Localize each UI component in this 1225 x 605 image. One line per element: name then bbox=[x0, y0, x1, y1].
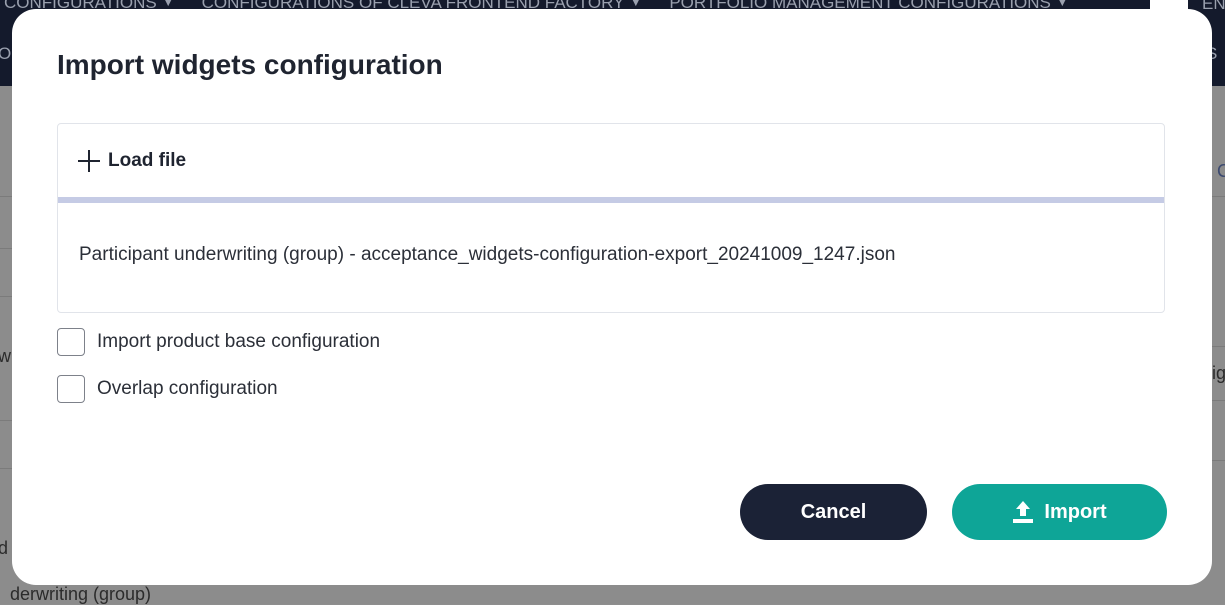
plus-icon bbox=[78, 150, 100, 172]
bg-text: ig bbox=[1212, 363, 1225, 383]
overlap-configuration-option[interactable]: Overlap configuration bbox=[57, 375, 278, 403]
overlap-configuration-label: Overlap configuration bbox=[97, 378, 278, 399]
bg-divider bbox=[0, 420, 12, 421]
import-product-base-label: Import product base configuration bbox=[97, 331, 381, 352]
upload-progress-bar bbox=[58, 197, 1164, 203]
import-label: Import bbox=[1044, 500, 1107, 523]
caret-down-icon: ▼ bbox=[1056, 0, 1068, 9]
dialog-title: Import widgets configuration bbox=[57, 49, 443, 80]
uploaded-file-name: Participant underwriting (group) - accep… bbox=[79, 244, 896, 265]
bg-text: w bbox=[0, 346, 11, 366]
import-product-base-option[interactable]: Import product base configuration bbox=[57, 328, 380, 356]
caret-down-icon: ▼ bbox=[630, 0, 642, 9]
bg-divider bbox=[0, 196, 12, 197]
bg-text: d bbox=[0, 538, 9, 558]
bg-divider bbox=[1212, 346, 1225, 347]
bg-divider bbox=[1212, 400, 1225, 401]
load-file-label: Load file bbox=[108, 150, 187, 171]
bg-divider bbox=[0, 248, 12, 249]
cancel-button[interactable]: Cancel bbox=[740, 484, 927, 540]
file-upload-panel: Load file Participant underwriting (grou… bbox=[57, 123, 1165, 313]
bg-text: C bbox=[1217, 161, 1225, 181]
overlap-configuration-checkbox[interactable] bbox=[57, 375, 85, 403]
import-product-base-checkbox[interactable] bbox=[57, 328, 85, 356]
bg-divider bbox=[0, 296, 12, 297]
upload-icon bbox=[1013, 501, 1034, 523]
load-file-button[interactable]: Load file bbox=[78, 146, 186, 176]
bg-text: derwriting (group) bbox=[10, 584, 152, 604]
nav-row2-left: O bbox=[0, 44, 12, 63]
import-button[interactable]: Import bbox=[952, 484, 1167, 540]
bg-divider bbox=[1212, 460, 1225, 461]
bg-divider bbox=[0, 468, 12, 469]
import-dialog: Import widgets configuration Load file P… bbox=[12, 9, 1212, 585]
caret-down-icon: ▼ bbox=[162, 0, 174, 9]
language-label[interactable]: EN bbox=[1202, 0, 1225, 14]
bg-divider bbox=[1212, 196, 1225, 197]
cancel-label: Cancel bbox=[800, 500, 867, 523]
